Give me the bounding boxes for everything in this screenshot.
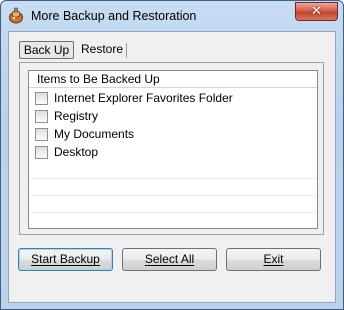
list-grid-line — [29, 195, 317, 196]
item-checkbox[interactable] — [35, 146, 48, 159]
client-area: Back Up Restore Items to Be Backed Up In… — [8, 31, 336, 303]
start-backup-label: Start Backup — [31, 252, 100, 266]
exit-label: Exit — [263, 252, 284, 266]
close-button[interactable]: ✕ — [295, 2, 338, 21]
window-title: More Backup and Restoration — [31, 9, 197, 23]
exit-button[interactable]: Exit — [226, 248, 321, 271]
list-grid-line — [29, 178, 317, 179]
item-checkbox[interactable] — [35, 110, 48, 123]
backup-panel: Items to Be Backed Up Internet Explorer … — [19, 62, 324, 235]
tab-restore[interactable]: Restore — [78, 41, 126, 59]
list-item[interactable]: Desktop — [29, 143, 317, 161]
item-checkbox[interactable] — [35, 128, 48, 141]
backup-app-icon — [9, 7, 23, 24]
list-item[interactable]: My Documents — [29, 125, 317, 143]
start-backup-button[interactable]: Start Backup — [18, 248, 113, 271]
item-label: My Documents — [54, 127, 135, 141]
backup-items-list[interactable]: Items to Be Backed Up Internet Explorer … — [28, 70, 318, 229]
item-checkbox[interactable] — [35, 92, 48, 105]
list-item[interactable]: Registry — [29, 107, 317, 125]
backup-window: More Backup and Restoration ✕ Back Up Re… — [0, 0, 344, 310]
list-header-label: Items to Be Backed Up — [37, 72, 160, 86]
title-bar[interactable]: More Backup and Restoration ✕ — [1, 1, 343, 31]
select-all-button[interactable]: Select All — [122, 248, 217, 271]
list-column-header[interactable]: Items to Be Backed Up — [29, 71, 317, 88]
tab-separator — [126, 43, 127, 58]
list-item[interactable]: Internet Explorer Favorites Folder — [29, 89, 317, 107]
item-label: Desktop — [54, 145, 99, 159]
close-icon: ✕ — [311, 4, 322, 19]
list-grid-line — [29, 212, 317, 213]
item-label: Internet Explorer Favorites Folder — [54, 91, 233, 105]
tab-back-up[interactable]: Back Up — [19, 41, 74, 59]
item-label: Registry — [54, 109, 99, 123]
select-all-label: Select All — [144, 252, 195, 266]
